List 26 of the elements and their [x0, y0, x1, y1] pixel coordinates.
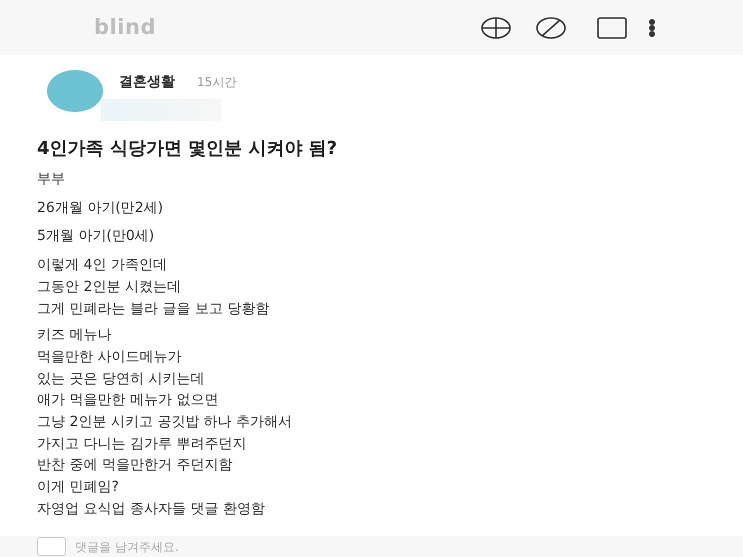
comment-input-field[interactable]: 댓글을 남겨주세요.: [75, 536, 375, 557]
slashed-circle-icon[interactable]: [536, 16, 566, 40]
post-text-line: 부부: [37, 170, 65, 189]
logo: blind: [94, 14, 156, 41]
post-text-line: 반찬 중에 먹을만한거 주던지함: [37, 456, 232, 476]
category-label[interactable]: 결혼생활: [119, 72, 175, 93]
comment-bar[interactable]: 댓글을 남겨주세요.: [0, 536, 743, 557]
post-text-line: 이게 민폐임?: [37, 478, 119, 498]
post-text-line: 그냥 2인분 시키고 공깃밥 하나 추가해서: [37, 413, 292, 432]
post-time: 15시간: [197, 74, 236, 91]
square-icon[interactable]: [597, 16, 628, 40]
post-text-line: 26개월 아기(만2세): [37, 198, 164, 218]
avatar: [47, 70, 103, 112]
post-text-line: 자영업 요식업 종사자들 댓글 환영함: [37, 500, 265, 519]
post-text-line: 먹을만한 사이드메뉴가: [37, 348, 182, 367]
post-text-line: 이렇게 4인 가족인데: [37, 256, 167, 276]
post-text-line: 애가 먹을만한 메뉴가 없으면: [37, 391, 218, 410]
crosshair-circle-icon[interactable]: [481, 16, 512, 40]
post-text-line: 그동안 2인분 시켰는데: [37, 278, 181, 297]
post-text-line: 가지고 다니는 김가루 뿌려주던지: [37, 434, 246, 454]
post-title: 4인가족 식당가면 몇인분 시켜야 됨?: [37, 137, 338, 161]
post-text-line: 5개월 아기(만0세): [37, 227, 154, 246]
post-text-line: 키즈 메뉴나: [37, 326, 112, 346]
more-icon[interactable]: [648, 18, 656, 36]
post-text-line: 있는 곳은 당연히 시키는데: [37, 370, 204, 389]
post-text-line: 그게 민폐라는 블라 글을 보고 당황함: [37, 300, 270, 319]
